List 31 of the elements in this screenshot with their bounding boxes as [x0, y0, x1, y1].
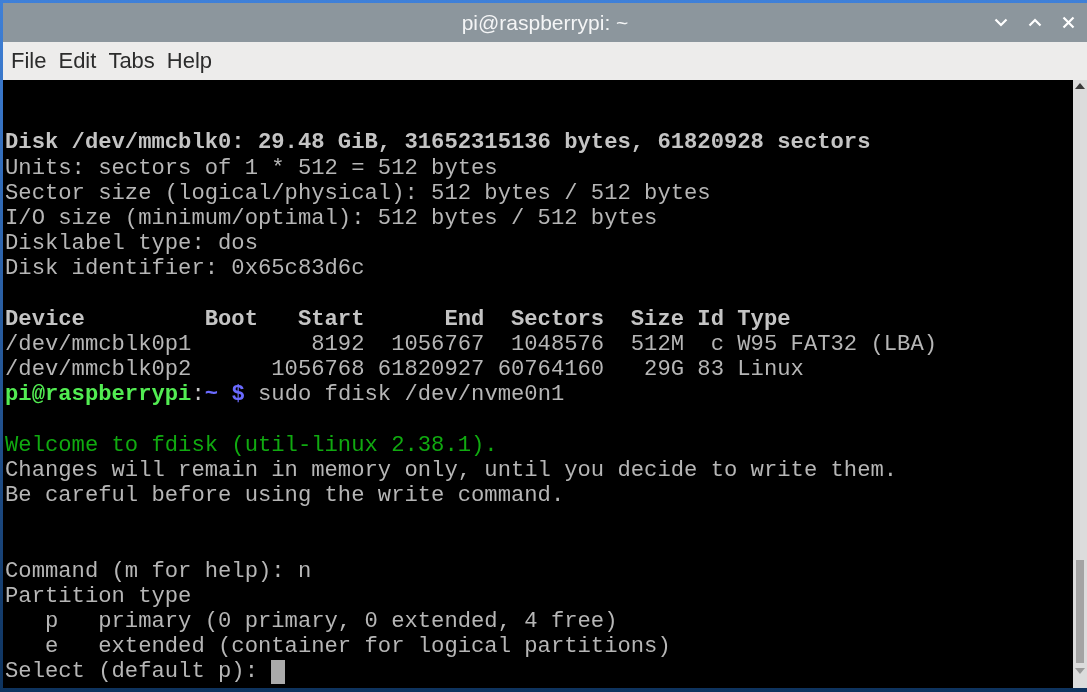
menu-item[interactable]: Help: [160, 45, 219, 77]
shell-prompt: pi@raspberrypi:~ $: [5, 382, 245, 408]
output-line: I/O size (minimum/optimal): 512 bytes / 512 bytes: [5, 205, 658, 232]
output-line: /dev/mmcblk0p1 8192 1056767 1048576 512M c W95 FAT32 (LBA): [5, 331, 938, 358]
output-line: Sector size (logical/physical): 512 bytes / 512 bytes: [5, 180, 711, 206]
output-line: Device Boot Start End Sectors Size Id Type: [5, 306, 791, 332]
output-line: Partition type: [5, 583, 192, 609]
output-line: Disk identifier: 0x65c83d6c: [5, 256, 365, 282]
output-line: Changes will remain in memory only, until you decide to write them.: [5, 457, 898, 483]
output-line: Units: sectors of 1 * 512 = 512 bytes: [5, 155, 498, 181]
output-line: /dev/mmcblk0p2 1056768 61820927 60764160 29G 83 Linux: [5, 357, 804, 383]
output-line: Be careful before using the write command.: [5, 483, 565, 509]
up-triangle-icon[interactable]: [1075, 83, 1085, 89]
output-line: Welcome to fdisk (util-linux 2.38.1).: [5, 432, 498, 458]
output-line: Disk /dev/mmcblk0: 29.48 GiB, 31652315136 bytes, 61820928 sectors: [5, 130, 871, 156]
down-triangle-icon[interactable]: [1075, 668, 1085, 674]
command-text: sudo fdisk /dev/nvme0n1: [258, 382, 565, 408]
output-line: Command (m for help): n: [5, 558, 312, 584]
scrollbar[interactable]: [1073, 80, 1087, 688]
close-icon[interactable]: [1062, 16, 1075, 29]
menu-item[interactable]: Edit: [52, 45, 103, 77]
menu-item[interactable]: File: [5, 45, 53, 77]
output-line: Select (default p):: [5, 659, 258, 685]
window-title: pi@raspberrypi: ~: [461, 10, 629, 35]
output-line: e extended (container for logical partitions): [43, 634, 671, 660]
output-line: p primary (0 primary, 0 extended, 4 free): [43, 608, 618, 635]
menu-item[interactable]: Tabs: [102, 45, 161, 77]
chevron-down-icon[interactable]: [994, 18, 1008, 27]
chevron-up-icon[interactable]: [1028, 18, 1042, 27]
scrollbar-thumb[interactable]: [1076, 560, 1084, 663]
output-line: Disklabel type: dos: [5, 231, 258, 257]
